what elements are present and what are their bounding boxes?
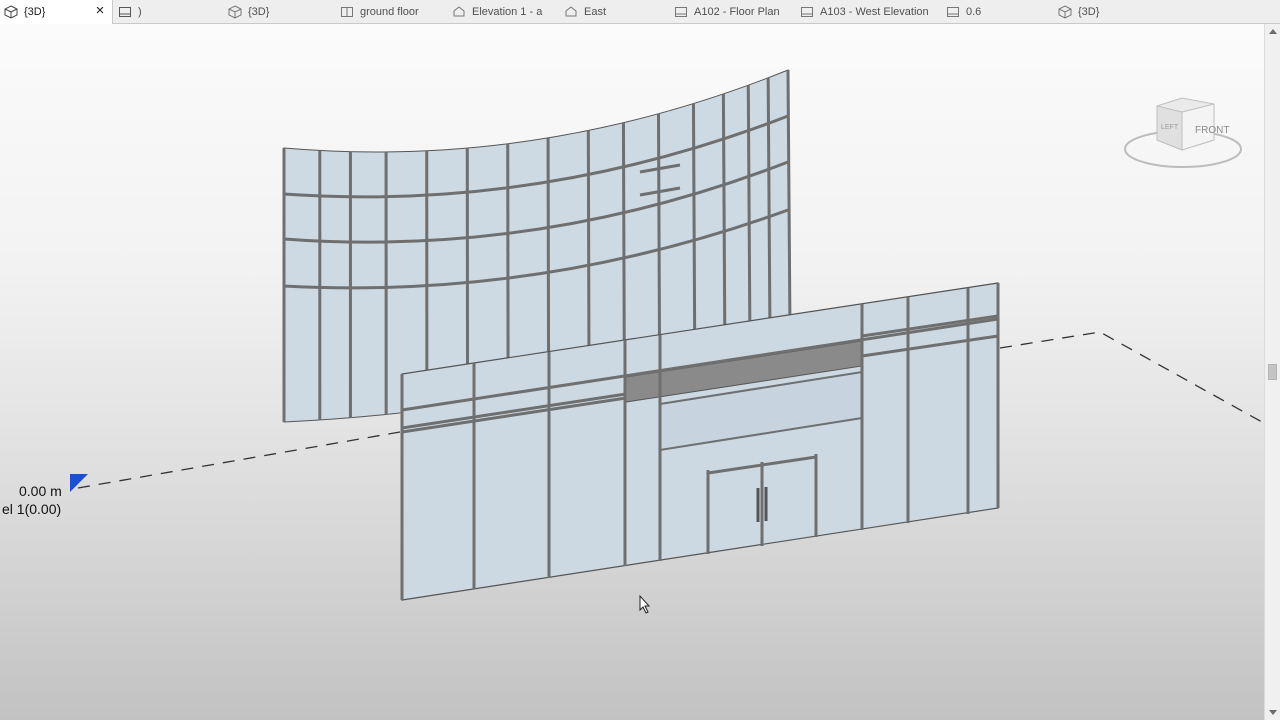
tab-label: {3D} — [248, 6, 270, 18]
curtain-mullion — [656, 113, 662, 368]
tab-label: A102 - Floor Plan — [694, 6, 780, 18]
scroll-down-icon[interactable] — [1269, 710, 1277, 715]
tab-label: East — [584, 6, 607, 18]
floor-plan-icon — [341, 7, 353, 17]
sheet-icon — [675, 7, 687, 17]
viewcube[interactable]: FRONT LEFT — [1120, 94, 1250, 179]
curtain-mullion — [786, 69, 792, 331]
tab-sheet[interactable]: ) — [114, 0, 214, 24]
elevation-icon — [565, 6, 577, 17]
tab-a103[interactable]: A103 - West Elevation — [796, 0, 932, 24]
curtain-mullion — [621, 122, 626, 376]
3d-view-icon — [4, 5, 18, 19]
curtain-mullion — [766, 77, 772, 337]
tab-a102[interactable]: A102 - Floor Plan — [670, 0, 788, 24]
scroll-up-icon[interactable] — [1269, 29, 1277, 34]
tab-label: {3D} — [24, 6, 46, 18]
3d-view-icon — [1058, 5, 1072, 19]
sheet-icon — [801, 7, 813, 17]
tab-3d-active[interactable]: {3D} × — [0, 0, 113, 24]
curtain-mullion — [746, 85, 752, 343]
level-elevation-label[interactable]: 0.00 m — [19, 483, 62, 499]
vertical-scrollbar[interactable] — [1264, 24, 1280, 720]
scroll-thumb[interactable] — [1268, 364, 1277, 380]
3d-view-icon — [228, 5, 242, 19]
tab-label: ground floor — [360, 6, 419, 18]
tab-label: A103 - West Elevation — [820, 6, 929, 18]
curtain-mullion — [721, 93, 727, 350]
tab-label: ) — [138, 6, 142, 18]
level-name-label[interactable]: el 1(0.00) — [2, 501, 61, 517]
curtain-mullion — [691, 103, 697, 358]
level-marker-icon[interactable] — [70, 474, 88, 492]
3d-viewport[interactable]: 0.00 m el 1(0.00) FRONT LEFT — [0, 24, 1264, 720]
mouse-cursor-icon — [639, 594, 651, 614]
sheet-icon — [119, 7, 131, 17]
model-scene[interactable] — [0, 24, 1264, 720]
view-tab-bar: {3D} × ) {3D} ground floor Elevation 1 -… — [0, 0, 1280, 24]
viewcube-front-label[interactable]: FRONT — [1195, 125, 1229, 136]
tab-0-6[interactable]: 0.6 — [942, 0, 1042, 24]
tab-elevation-1[interactable]: Elevation 1 - a — [448, 0, 552, 24]
viewcube-left-label[interactable]: LEFT — [1161, 124, 1179, 131]
tab-ground-floor[interactable]: ground floor — [336, 0, 442, 24]
elevation-icon — [453, 6, 465, 17]
tab-label: Elevation 1 - a — [472, 6, 543, 18]
tab-3d[interactable]: {3D} — [224, 0, 324, 24]
tab-east[interactable]: East — [560, 0, 660, 24]
tab-label: {3D} — [1078, 6, 1100, 18]
sheet-icon — [947, 7, 959, 17]
tab-3d-second[interactable]: {3D} — [1054, 0, 1154, 24]
tab-label: 0.6 — [966, 6, 982, 18]
close-tab-icon[interactable]: × — [92, 3, 108, 19]
